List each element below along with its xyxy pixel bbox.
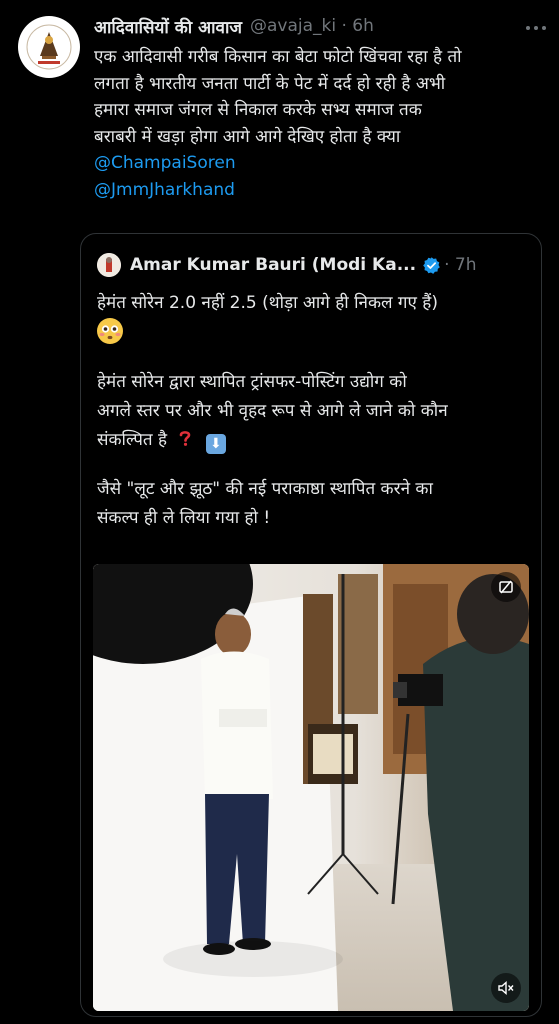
quoted-text-line: हेमंत सोरेन द्वारा स्थापित ट्रांसफर-पोस्… [97,372,407,392]
tweet-text-line: बराबरी में खड़ा होगा आगे आगे देखिए होता … [94,126,401,147]
down-arrow-emoji: ⬇ [205,434,226,454]
video-frame-image [93,564,529,1011]
flushed-face-emoji [97,318,123,344]
tweet-header: आदिवासियों की आवाज @avaja_ki · 6h [94,12,549,40]
quoted-text-line: संकल्प ही ले लिया गया हो ! [97,508,271,528]
verified-badge-icon [423,256,440,274]
quoted-paragraph: हेमंत सोरेन 2.0 नहीं 2.5 (थोड़ा आगे ही न… [97,289,529,348]
quoted-text: हेमंत सोरेन 2.0 नहीं 2.5 (थोड़ा आगे ही न… [97,289,529,553]
mute-volume-icon[interactable] [491,973,521,1003]
quoted-display-name[interactable]: Amar Kumar Bauri (Modi Ka... [130,255,416,275]
quoted-tweet[interactable]: Amar Kumar Bauri (Modi Ka... · 7h हेमंत … [80,233,542,1017]
more-horizontal-icon[interactable] [525,14,547,38]
tweet-text: एक आदिवासी गरीब किसान का बेटा फोटो खिंचव… [94,44,545,203]
quoted-paragraph: हेमंत सोरेन द्वारा स्थापित ट्रांसफर-पोस्… [97,368,529,455]
tweet: आदिवासियों की आवाज @avaja_ki · 6h एक आदि… [0,0,559,1024]
media-settings-icon[interactable] [491,572,521,602]
quoted-time[interactable]: · 7h [444,255,476,275]
quoted-avatar [97,253,121,277]
tweet-text-line: लगता है भारतीय जनता पार्टी के पेट में दर… [94,73,446,94]
red-question-mark-emoji [176,428,194,446]
mention-link[interactable]: @JmmJharkhand [94,177,545,204]
tweet-text-line: हमारा समाज जंगल से निकाल करके सभ्य समाज … [94,100,422,120]
avatar[interactable] [18,16,80,78]
quoted-tweet-header: Amar Kumar Bauri (Modi Ka... · 7h [97,250,529,280]
quoted-video[interactable] [93,564,529,1011]
quoted-text-line: अगले स्तर पर और भी वृहद रूप से आगे ले जा… [97,401,448,421]
mention-link[interactable]: @ChampaiSoren [94,150,545,177]
quoted-text-line: संकल्पित है [97,430,168,450]
handle-and-time[interactable]: @avaja_ki · 6h [250,16,374,36]
display-name[interactable]: आदिवासियों की आवाज [94,15,242,38]
logo-emblem-icon [19,17,79,77]
quoted-paragraph: जैसे "लूट और झूठ" की नई पराकाष्ठा स्थापि… [97,475,529,533]
quoted-text-line: जैसे "लूट और झूठ" की नई पराकाष्ठा स्थापि… [97,479,433,499]
quoted-text-line: हेमंत सोरेन 2.0 नहीं 2.5 (थोड़ा आगे ही न… [97,293,438,313]
tweet-text-line: एक आदिवासी गरीब किसान का बेटा फोटो खिंचव… [94,47,462,67]
